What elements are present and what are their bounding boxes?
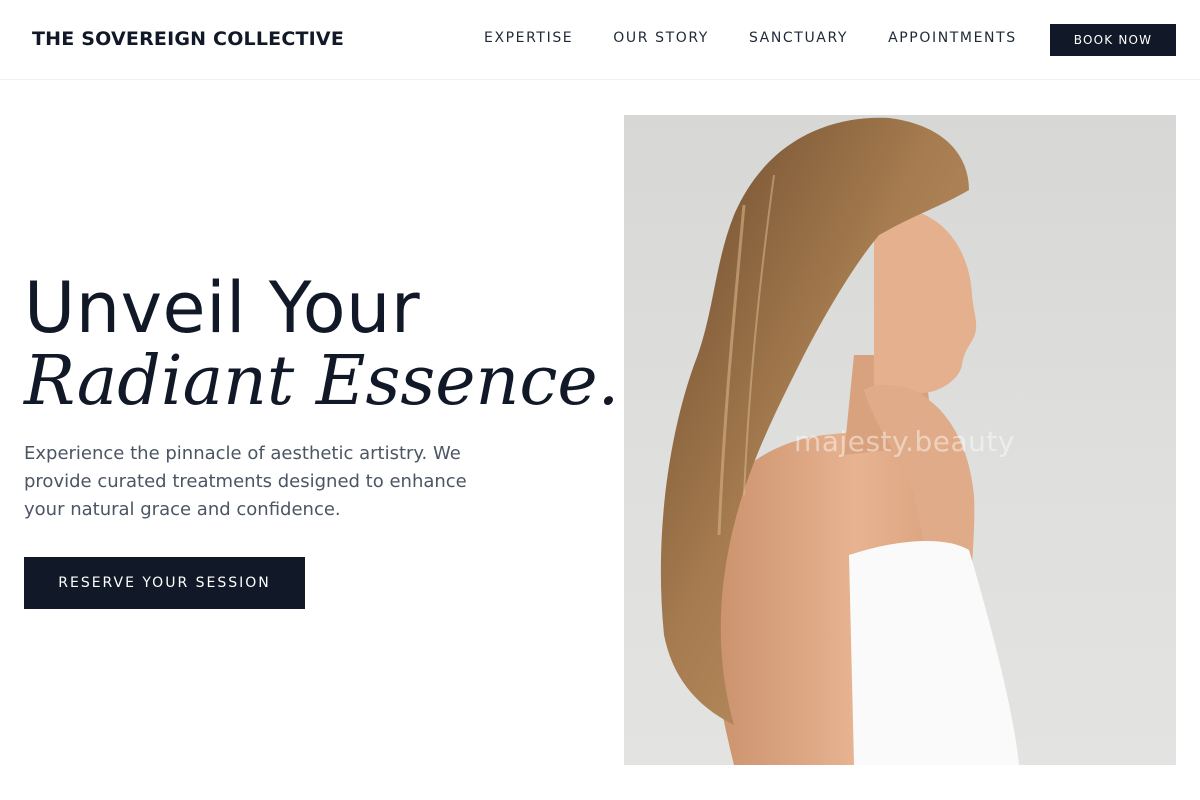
main-nav: EXPERTISE OUR STORY SANCTUARY APPOINTMEN… (484, 30, 1057, 46)
hero-title-line-2: Radiant Essence. (24, 342, 620, 421)
hero-description: Experience the pinnacle of aesthetic art… (24, 443, 467, 520)
hero-title-line-1: Unveil Your (24, 267, 421, 349)
nav-link-our-story[interactable]: OUR STORY (613, 30, 709, 46)
reserve-session-button[interactable]: RESERVE YOUR SESSION (24, 557, 305, 609)
site-header: THE SOVEREIGN COLLECTIVE EXPERTISE OUR S… (0, 0, 1200, 80)
nav-link-appointments[interactable]: APPOINTMENTS (888, 30, 1017, 46)
hero-photo: majesty.beauty (624, 115, 1176, 765)
image-watermark: majesty.beauty (794, 425, 1015, 458)
brand-logo-text[interactable]: THE SOVEREIGN COLLECTIVE (32, 28, 344, 50)
nav-link-sanctuary[interactable]: SANCTUARY (749, 30, 848, 46)
book-now-button[interactable]: BOOK NOW (1050, 24, 1176, 56)
nav-link-expertise[interactable]: EXPERTISE (484, 30, 573, 46)
